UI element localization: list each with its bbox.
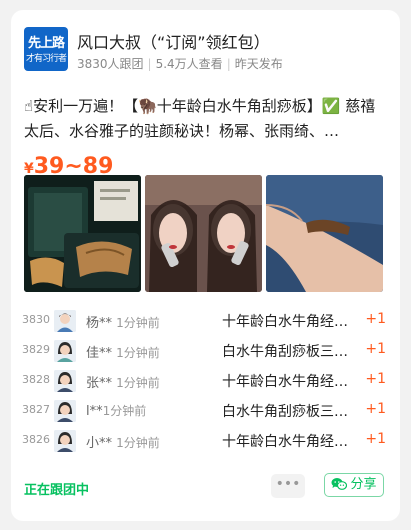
buyer-qty: +1 <box>365 401 386 417</box>
author-meta: 3830人跟团 | 5.4万人查看 | 昨天发布 <box>77 57 283 71</box>
product-photo-box[interactable] <box>24 175 141 292</box>
buyer-qty: +1 <box>365 341 386 357</box>
more-button[interactable]: ••• <box>271 474 305 498</box>
buyer-item: 白水牛角刮痧板三… <box>222 404 348 420</box>
avatar-text-line2: 才有习行者 <box>25 54 67 64</box>
buyer-item: 白水牛角刮痧板三… <box>222 344 348 360</box>
buyer-qty: +1 <box>365 311 386 327</box>
author-header[interactable]: 先上路 才有习行者 风口大叔（“订阅”领红包） 3830人跟团 | 5.4万人查看 |… <box>24 27 384 73</box>
share-button[interactable]: 分享 <box>324 473 384 497</box>
wechat-icon <box>331 478 348 490</box>
buyer-name: l**1分钟前 <box>86 404 147 419</box>
buyer-rank: 3829 <box>22 343 50 356</box>
list-item[interactable]: 3830 杨** 1分钟前 十年龄白水牛角经… +1 <box>11 307 400 337</box>
author-avatar[interactable]: 先上路 才有习行者 <box>24 27 68 71</box>
following-status[interactable]: 正在跟团中 <box>24 479 89 498</box>
author-name[interactable]: 风口大叔（“订阅”领红包） <box>77 29 270 53</box>
product-photo-model-demo[interactable] <box>145 175 262 292</box>
buyer-avatar <box>54 430 76 452</box>
list-item[interactable]: 3826 小** 1分钟前 十年龄白水牛角经… +1 <box>11 427 400 457</box>
buyer-rank: 3827 <box>22 403 50 416</box>
buyer-item: 十年龄白水牛角经… <box>222 434 348 450</box>
buyer-name: 杨** 1分钟前 <box>86 316 160 331</box>
buyer-item: 十年龄白水牛角经… <box>222 374 348 390</box>
card-footer: 正在跟团中 ••• 分享 <box>24 473 387 501</box>
product-photo-arm-use[interactable] <box>266 175 383 292</box>
buyer-avatar <box>54 340 76 362</box>
buyer-qty: +1 <box>365 371 386 387</box>
buyer-name: 张** 1分钟前 <box>86 376 160 391</box>
buyer-avatar <box>54 400 76 422</box>
buyer-qty: +1 <box>365 431 386 447</box>
views-count: 5.4万人查看 <box>155 57 223 71</box>
product-description[interactable]: ☝安利一万遍！【🦬十年龄白水牛角刮痧板】✅ 慈禧太后、水谷雅子的驻颜秘诀！杨幂、… <box>24 94 384 144</box>
buyer-name: 小** 1分钟前 <box>86 436 160 451</box>
product-photos <box>24 175 384 292</box>
share-label: 分享 <box>350 477 377 492</box>
buyer-item: 十年龄白水牛角经… <box>222 314 348 330</box>
buyer-avatar <box>54 370 76 392</box>
buyer-name: 佳** 1分钟前 <box>86 346 160 361</box>
group-buy-card[interactable]: 先上路 才有习行者 风口大叔（“订阅”领红包） 3830人跟团 | 5.4万人查看 |… <box>11 10 400 521</box>
buyer-rank: 3830 <box>22 313 50 326</box>
list-item[interactable]: 3828 张** 1分钟前 十年龄白水牛角经… +1 <box>11 367 400 397</box>
buyer-avatar <box>54 310 76 332</box>
buyer-rank: 3826 <box>22 433 50 446</box>
buyer-rank: 3828 <box>22 373 50 386</box>
publish-time: 昨天发布 <box>234 57 283 71</box>
followers-count: 3830人跟团 <box>77 57 144 71</box>
avatar-text-line1: 先上路 <box>27 36 65 51</box>
list-item[interactable]: 3827 l**1分钟前 白水牛角刮痧板三… +1 <box>11 397 400 427</box>
list-item[interactable]: 3829 佳** 1分钟前 白水牛角刮痧板三… +1 <box>11 337 400 367</box>
